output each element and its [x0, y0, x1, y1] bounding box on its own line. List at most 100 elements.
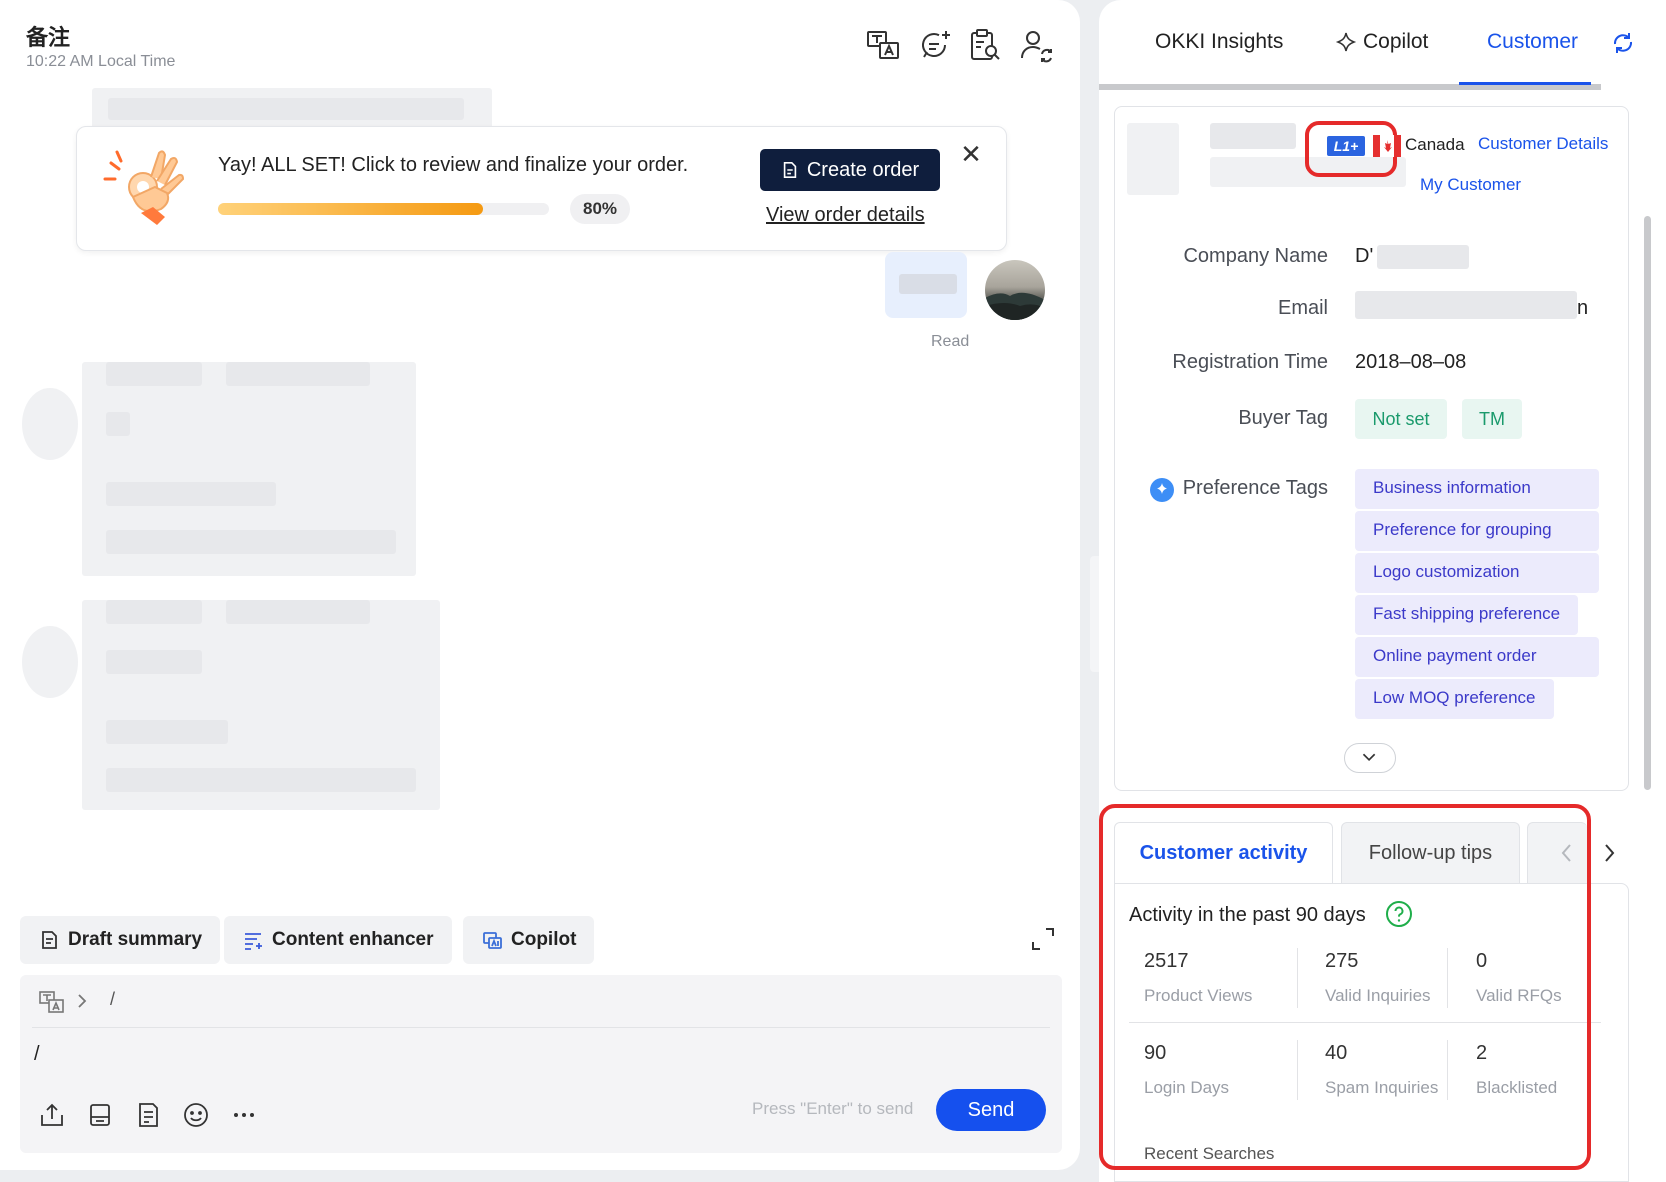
content-enhancer-icon — [245, 933, 262, 950]
message-input[interactable]: / — [34, 1043, 40, 1066]
email-value-tail: n — [1577, 297, 1589, 319]
expand-icon[interactable] — [1030, 926, 1056, 952]
template-icon[interactable] — [134, 1101, 162, 1129]
read-status: Read — [931, 333, 970, 350]
ai-sparkle-icon — [1149, 477, 1175, 503]
copilot-label: Copilot — [511, 929, 577, 950]
view-order-details-link[interactable]: View order details — [766, 204, 925, 227]
create-order-label: Create order — [806, 158, 920, 181]
clipboard-search-icon[interactable] — [967, 27, 1003, 63]
close-icon[interactable]: ✕ — [957, 140, 985, 168]
refresh-icon[interactable] — [1610, 30, 1636, 56]
blurred-text — [106, 482, 276, 506]
upload-icon[interactable] — [38, 1101, 66, 1129]
add-chat-icon[interactable] — [917, 27, 953, 63]
highlight-box — [1099, 804, 1591, 1170]
more-icon[interactable] — [230, 1101, 258, 1129]
blurred-text — [226, 600, 370, 624]
preference-tag[interactable]: Preference for grouping — [1355, 511, 1599, 551]
emoji-icon[interactable] — [182, 1101, 210, 1129]
sparkle-icon — [1335, 32, 1357, 52]
ok-hand-icon — [101, 147, 193, 231]
order-progress-percent: 80% — [570, 194, 630, 224]
draft-summary-button[interactable]: Draft summary — [20, 916, 221, 964]
chevron-right-icon[interactable] — [1600, 840, 1618, 866]
blurred-text — [106, 720, 228, 744]
scrollbar-thumb[interactable] — [1644, 216, 1651, 790]
blurred-text — [899, 274, 957, 294]
copilot-icon — [483, 932, 502, 949]
local-time: 10:22 AM Local Time — [26, 53, 176, 70]
create-order-button[interactable]: Create order — [760, 149, 940, 191]
level-badge: L1+ — [1327, 136, 1365, 156]
contact-avatar — [22, 626, 78, 698]
blurred-text — [108, 98, 464, 120]
country-label: Canada — [1405, 135, 1465, 154]
draft-summary-label: Draft summary — [68, 929, 203, 950]
preference-tag[interactable]: Business information — [1355, 469, 1599, 509]
customer-card: L1+ Canada Customer Details My Customer … — [1114, 106, 1629, 791]
language-path-separator: / — [110, 989, 116, 1009]
preference-tags-label: Preference Tags — [1182, 477, 1328, 499]
customer-logo — [1127, 123, 1179, 195]
preference-tag[interactable]: Fast shipping preference — [1355, 595, 1579, 635]
canada-flag-icon — [1373, 135, 1401, 157]
translate-icon[interactable] — [38, 989, 66, 1015]
content-enhancer-label: Content enhancer — [272, 929, 434, 950]
message-composer: / / Press "Enter" to send Send — [20, 975, 1062, 1153]
content-enhancer-button[interactable]: Content enhancer — [224, 916, 452, 964]
registration-time-label: Registration Time — [1172, 351, 1328, 373]
draft-summary-icon — [42, 931, 57, 949]
expand-tags-button[interactable] — [1344, 743, 1396, 773]
tab-copilot[interactable]: Copilot — [1335, 30, 1428, 54]
chevron-right-icon[interactable] — [74, 991, 90, 1011]
document-icon — [783, 161, 797, 179]
tab-active-indicator — [1459, 82, 1591, 85]
customer-details-link[interactable]: Customer Details — [1478, 134, 1608, 154]
blurred-text — [106, 768, 416, 792]
blurred-text — [1210, 123, 1296, 149]
avatar[interactable] — [985, 260, 1045, 320]
blurred-text — [106, 650, 202, 674]
company-name-value: D' — [1355, 245, 1374, 267]
blurred-text — [1377, 245, 1469, 269]
order-progress-fill — [218, 203, 483, 215]
composer-divider — [32, 1027, 1050, 1028]
send-button[interactable]: Send — [936, 1089, 1046, 1131]
blurred-email — [1355, 291, 1577, 319]
buyer-tag[interactable]: Not set — [1355, 399, 1447, 439]
tab-copilot-label: Copilot — [1363, 30, 1429, 53]
tab-okki-insights[interactable]: OKKI Insights — [1155, 30, 1283, 54]
chevron-down-icon — [1362, 753, 1376, 762]
buyer-tag-label: Buyer Tag — [1238, 407, 1328, 429]
preference-tag[interactable]: Low MOQ preference — [1355, 679, 1554, 719]
customer-sync-icon[interactable] — [1019, 27, 1055, 63]
blurred-text — [106, 600, 202, 624]
order-ready-message: Yay! ALL SET! Click to review and finali… — [218, 154, 689, 176]
inbox-icon[interactable] — [86, 1101, 114, 1129]
my-customer-link[interactable]: My Customer — [1420, 175, 1521, 195]
buyer-tag[interactable]: TM — [1462, 399, 1522, 439]
blurred-text — [106, 412, 130, 436]
preference-tag[interactable]: Online payment order — [1355, 637, 1599, 677]
preference-tag[interactable]: Logo customization — [1355, 553, 1599, 593]
order-ready-card: Yay! ALL SET! Click to review and finali… — [76, 126, 1007, 251]
registration-time-value: 2018–08–08 — [1355, 351, 1467, 373]
side-panel: OKKI Insights Copilot Customer L1+ Canad… — [1099, 0, 1666, 1182]
email-label: Email — [1277, 297, 1328, 319]
order-progress-bar — [218, 203, 549, 215]
contact-avatar — [22, 388, 78, 460]
blurred-text — [106, 530, 396, 554]
received-message — [82, 362, 416, 576]
blurred-text — [106, 362, 202, 386]
translate-icon[interactable] — [865, 27, 901, 63]
received-message — [82, 600, 440, 810]
chat-panel: 备注 10:22 AM Local Time Yay! ALL SET! Cli… — [0, 0, 1080, 1170]
sent-message-bubble — [885, 252, 967, 318]
blurred-text — [226, 362, 370, 386]
chat-title: 备注 — [26, 25, 71, 50]
tab-customer[interactable]: Customer — [1487, 30, 1578, 54]
copilot-button[interactable]: Copilot — [463, 916, 595, 964]
send-hint: Press "Enter" to send — [752, 1099, 914, 1118]
company-name-label: Company Name — [1183, 245, 1328, 267]
